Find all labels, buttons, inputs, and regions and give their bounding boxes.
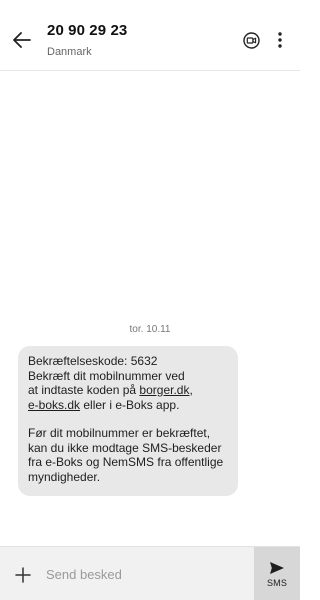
message-bubble[interactable]: Bekræftelseskode: 5632 Bekræft dit mobil… (18, 346, 238, 496)
plus-icon (15, 567, 31, 583)
add-attachment-button[interactable] (12, 564, 34, 586)
message-paragraph: Bekræftelseskode: 5632 Bekræft dit mobil… (28, 354, 228, 412)
back-button[interactable] (8, 26, 36, 54)
borger-link[interactable]: borger.dk (139, 383, 189, 397)
send-icon (270, 561, 284, 574)
message-text: , (189, 383, 193, 397)
video-call-button[interactable] (242, 31, 260, 49)
message-paragraph-2: Før dit mobilnummer er bekræftet, kan du… (28, 426, 224, 484)
more-options-button[interactable] (272, 30, 288, 50)
video-call-icon (242, 31, 260, 49)
message-input[interactable] (46, 562, 236, 586)
contact-info: 20 90 29 23 Danmark (47, 22, 127, 59)
message-text: at indtaste koden på (28, 383, 140, 397)
send-sms-button[interactable]: SMS (254, 547, 300, 600)
message-text: Bekræftelseskode: 5632 (28, 354, 158, 368)
message-text: Bekræft dit mobilnummer ved (28, 368, 185, 383)
conversation-header: 20 90 29 23 Danmark (0, 0, 300, 71)
contact-country: Danmark (47, 46, 92, 58)
arrow-left-icon (13, 32, 31, 48)
messaging-app: 20 90 29 23 Danmark tor. 10.11 Bekræftel… (0, 0, 300, 600)
date-separator: tor. 10.11 (129, 324, 171, 335)
eboks-link[interactable]: e-boks.dk (28, 398, 80, 412)
more-vertical-icon (278, 32, 282, 48)
send-label: SMS (266, 577, 288, 588)
contact-name: 20 90 29 23 (47, 22, 128, 39)
message-composer: SMS (0, 546, 300, 600)
message-text: eller i e-Boks app. (80, 397, 180, 412)
